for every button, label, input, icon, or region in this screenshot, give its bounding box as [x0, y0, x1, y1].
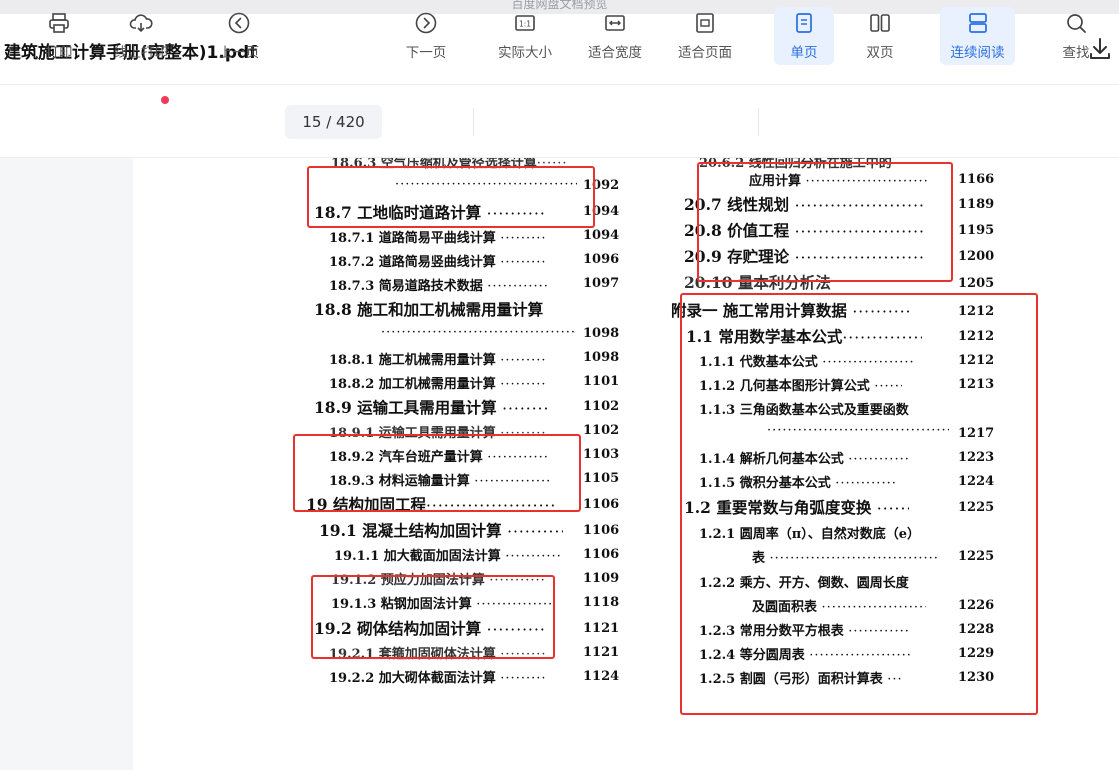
search-label: 查找 [1062, 45, 1090, 61]
next-page-label: 下一页 [405, 45, 447, 61]
chevron-right-circle-icon [415, 12, 437, 34]
toc-entry: 18.7.1 道路简易平曲线计算 ·········· [329, 231, 547, 246]
toc-page-number: 1166 [958, 172, 995, 187]
toc-entry: 18.8 施工和加工机械需用量计算 [314, 300, 544, 319]
search-icon [1067, 14, 1086, 33]
toc-entry: 19.1 混凝土结构加固计算 ············ [319, 521, 563, 541]
toc-page-number: 1200 [958, 249, 995, 264]
toc-page-number: 1097 [583, 276, 620, 291]
toc-entry: 19.1.1 加大截面加固法计算 ············ [334, 549, 562, 564]
toc-page-number: 1102 [583, 423, 620, 438]
single-page-label: 单页 [790, 45, 818, 61]
online-print-button[interactable]: 线上打印 [106, 7, 176, 65]
single-page-button[interactable]: 单页 [774, 7, 834, 65]
double-page-button[interactable]: 双页 [850, 7, 910, 65]
continuous-reading-button[interactable]: 连续阅读 [940, 7, 1015, 65]
toc-page-number: 1195 [958, 223, 995, 238]
toc-page-number: 1106 [583, 523, 620, 538]
prev-page-button[interactable]: 上一页 [213, 7, 265, 65]
left-gutter [0, 158, 133, 770]
toc-page-number: 1118 [583, 595, 620, 610]
highlight-box [697, 162, 953, 282]
toolbar-separator [758, 108, 759, 136]
next-page-button[interactable]: 下一页 [400, 7, 452, 65]
actual-size-icon: 1:1 [515, 15, 535, 31]
document-page[interactable]: 18.6.3 空气压缩机及管径选择计算····· ····· ··········… [133, 158, 1119, 770]
online-print-label: 线上打印 [114, 45, 168, 61]
toc-page-number: 1094 [583, 228, 620, 243]
toolbar-separator [473, 108, 474, 136]
toc-page-number: 1189 [958, 197, 995, 212]
actual-size-button[interactable]: 1:1 实际大小 [490, 7, 560, 65]
toc-entry: 18.8.1 施工机械需用量计算 ·········· [329, 353, 547, 368]
toc-page-number: 1098 [583, 326, 620, 341]
toc-page-number: 1109 [583, 571, 620, 586]
chevron-left-circle-icon [228, 12, 250, 34]
page-indicator[interactable]: 15 / 420 [285, 105, 382, 139]
toc-entry: 18.9 运输工具需用量计算 ·········· [314, 398, 548, 418]
notification-dot [161, 96, 169, 104]
toc-entry: 18.7.3 简易道路技术数据 ············· [329, 279, 547, 294]
print-label: 打印 [45, 45, 73, 61]
toc-page-number: 1205 [958, 276, 995, 291]
toc-entry: 18.8.2 加工机械需用量计算 ·········· [329, 377, 547, 392]
highlight-box [307, 166, 595, 228]
fit-width-button[interactable]: 适合宽度 [580, 7, 650, 65]
toc-page-number: 1106 [583, 547, 620, 562]
print-button[interactable]: 打印 [38, 7, 80, 65]
fit-width-label: 适合宽度 [588, 45, 642, 61]
toc-page-number: 1121 [583, 645, 620, 660]
double-page-label: 双页 [866, 45, 894, 61]
prev-page-label: 上一页 [218, 45, 260, 61]
toc-entry: 18.7.2 道路简易竖曲线计算 ·········· [329, 255, 547, 270]
highlight-box [680, 293, 1038, 715]
toc-entry: ········································… [381, 325, 577, 340]
toc-page-number: 1103 [583, 447, 620, 462]
single-page-icon [796, 13, 812, 33]
fit-width-icon [605, 15, 625, 31]
fit-page-label: 适合页面 [678, 45, 732, 61]
toolbar [0, 85, 1119, 158]
printer-icon [49, 13, 69, 33]
toc-page-number: 1121 [583, 621, 620, 636]
toc-page-number: 1102 [583, 399, 620, 414]
toc-page-number: 1106 [583, 497, 620, 512]
search-button[interactable]: 查找 [1052, 7, 1100, 65]
toc-page-number: 1096 [583, 252, 620, 267]
toc-entry: 19.2.2 加大砌体截面法计算 ·········· [329, 671, 547, 686]
actual-size-label: 实际大小 [498, 45, 552, 61]
toc-page-number: 1101 [583, 374, 620, 389]
toc-page-number: 1105 [583, 471, 620, 486]
toc-page-number: 1124 [583, 669, 620, 684]
double-page-icon [870, 14, 890, 32]
continuous-reading-label: 连续阅读 [950, 45, 1005, 61]
svg-text:1:1: 1:1 [519, 20, 531, 29]
fit-page-button[interactable]: 适合页面 [670, 7, 740, 65]
highlight-box [293, 434, 581, 512]
fit-page-icon [696, 13, 714, 33]
highlight-box [311, 575, 555, 659]
cloud-print-icon [129, 14, 153, 33]
toc-page-number: 1098 [583, 350, 620, 365]
continuous-reading-icon [968, 13, 987, 33]
